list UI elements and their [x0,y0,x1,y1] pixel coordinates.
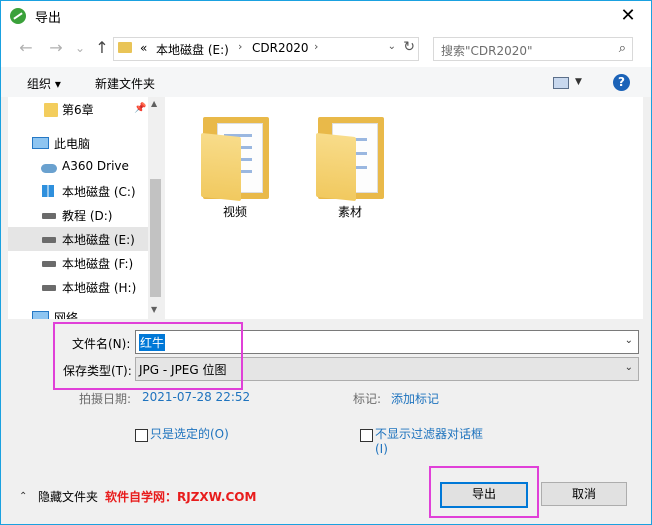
sidebar-scrollbar[interactable]: ▲ ▼ [148,97,163,319]
search-icon[interactable]: ⌕ [619,41,626,56]
file-label: 素材 [337,205,362,219]
sidebar-item-drive-c[interactable]: 本地磁盘 (C:) [8,179,148,203]
sidebar-item-label: 第6章 [62,103,94,117]
pc-icon [32,137,49,149]
sidebar-item-drive-e[interactable]: 本地磁盘 (E:) [8,227,148,251]
highlight-annotation [429,466,539,518]
network-icon [32,311,49,319]
address-bar[interactable]: « 本地磁盘 (E:) › CDR2020 › ⌄ ↻ [113,37,419,61]
back-button[interactable]: ← [15,37,37,59]
sidebar-item-drive-h[interactable]: 本地磁盘 (H:) [8,275,148,299]
tags-value[interactable]: 添加标记 [391,390,439,407]
help-icon[interactable]: ? [613,74,630,91]
drive-icon [42,285,56,291]
recent-locations-dropdown[interactable]: ⌄ [69,37,91,59]
selected-only-checkbox[interactable] [135,429,148,442]
command-toolbar: 组织 ▾ 新建文件夹 ▼ ? [1,67,651,97]
date-label: 拍摄日期: [79,392,132,406]
highlight-annotation [53,322,243,390]
date-value[interactable]: 2021-07-28 22:52 [142,390,250,404]
scroll-up-icon[interactable]: ▲ [151,99,157,108]
watermark-text: 软件自学网：RJZXW.COM [105,490,257,504]
folder-front [316,132,356,202]
sidebar-item-drive-d[interactable]: 教程 (D:) [8,203,148,227]
address-segment-drive[interactable]: 本地磁盘 (E:) [156,41,229,58]
file-list: 视频 素材 [165,97,643,319]
scroll-down-icon[interactable]: ▼ [151,305,157,314]
window-title: 导出 [35,11,62,26]
tags-label: 标记: [353,392,382,406]
address-segment-folder[interactable]: CDR2020 [252,41,309,55]
folder-item-assets[interactable]: 素材 [310,111,390,223]
view-icon[interactable] [553,77,569,89]
sidebar-item-label: 网络 [54,311,79,319]
windows-drive-icon [42,185,54,197]
view-dropdown[interactable]: ▼ [575,77,582,87]
no-filter-dialog-label-key[interactable]: (I) [375,442,388,456]
up-button[interactable]: ↑ [91,37,113,59]
sidebar-item-label: A360 Drive [62,159,129,173]
navigation-pane: 第6章 📌 此电脑 A360 Drive 本地磁盘 (C:) 教程 (D:) 本… [8,97,163,319]
sidebar-item-a360-drive[interactable]: A360 Drive [8,155,148,179]
sidebar-item-label: 教程 (D:) [62,209,113,223]
organize-menu[interactable]: 组织 ▾ [27,75,61,92]
close-button[interactable]: ✕ [605,1,651,31]
chevron-right-icon[interactable]: › [238,40,242,53]
search-placeholder: 搜索"CDR2020" [441,44,533,58]
export-dialog: 导出 ✕ ← → ⌄ ↑ « 本地磁盘 (E:) › CDR2020 › ⌄ ↻… [0,0,652,525]
address-overflow[interactable]: « [140,41,147,55]
save-options-panel: 文件名(N): 红牛 ⌄ 保存类型(T): JPG - JPEG 位图 ⌄ 拍摄… [1,319,651,524]
new-folder-button[interactable]: 新建文件夹 [95,75,155,92]
drive-icon [42,237,56,243]
scroll-thumb[interactable] [150,179,161,297]
cancel-button[interactable]: 取消 [541,482,627,506]
selected-only-label[interactable]: 只是选定的(O) [150,425,229,442]
sidebar-item-drive-f[interactable]: 本地磁盘 (F:) [8,251,148,275]
sidebar-item-label: 本地磁盘 (E:) [62,233,135,247]
chevron-up-icon[interactable]: ⌃ [19,491,27,502]
chevron-right-icon[interactable]: › [314,40,318,53]
sidebar-item-label: 本地磁盘 (F:) [62,257,134,271]
title-bar: 导出 ✕ [1,1,651,31]
sidebar-item-this-pc[interactable]: 此电脑 [8,131,148,155]
app-icon [10,8,26,24]
sidebar-item-chapter6[interactable]: 第6章 📌 [8,97,148,121]
address-row: ← → ⌄ ↑ « 本地磁盘 (E:) › CDR2020 › ⌄ ↻ 搜索"C… [1,31,651,67]
no-filter-dialog-label[interactable]: 不显示过滤器对话框 [375,425,483,442]
folder-icon [44,103,58,117]
sidebar-item-network[interactable]: 网络 [8,305,148,319]
folder-front [201,132,241,202]
cloud-icon [41,164,57,173]
search-input[interactable]: 搜索"CDR2020" ⌕ [433,37,633,61]
pin-icon[interactable]: 📌 [134,103,146,114]
drive-icon [42,261,56,267]
sidebar-item-label: 此电脑 [54,137,91,151]
address-history-dropdown[interactable]: ⌄ [388,41,396,52]
chevron-down-icon[interactable]: ⌄ [625,335,633,346]
sidebar-item-label: 本地磁盘 (H:) [62,281,137,295]
chevron-down-icon[interactable]: ⌄ [625,362,633,373]
hide-folders-toggle[interactable]: 隐藏文件夹 [38,488,98,505]
drive-icon [42,213,56,219]
folder-icon [118,42,132,53]
file-label: 视频 [222,205,247,219]
sidebar-item-label: 本地磁盘 (C:) [62,185,136,199]
refresh-icon[interactable]: ↻ [403,39,415,55]
folder-item-videos[interactable]: 视频 [195,111,275,223]
forward-button[interactable]: → [45,37,67,59]
no-filter-dialog-checkbox[interactable] [360,429,373,442]
